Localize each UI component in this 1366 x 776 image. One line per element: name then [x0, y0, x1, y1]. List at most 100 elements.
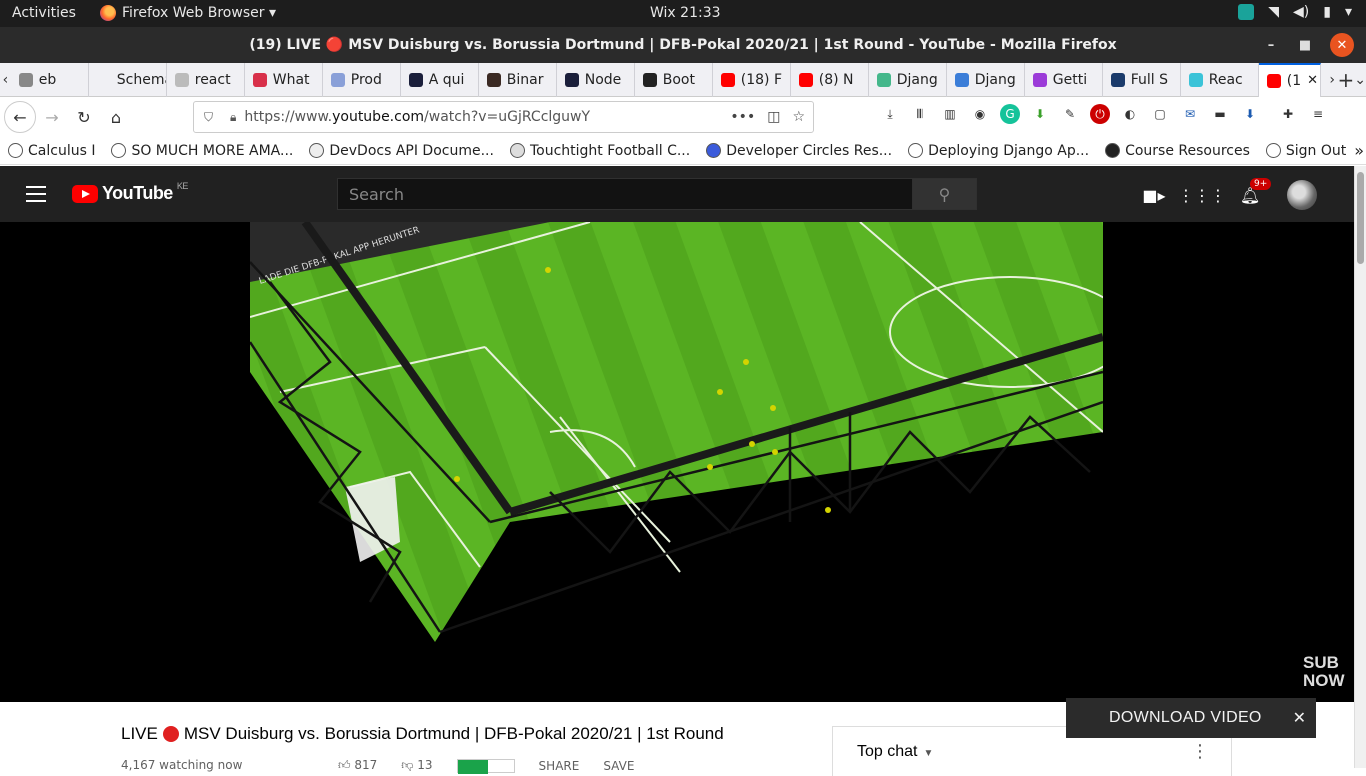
search-button[interactable]: ⚲	[912, 178, 977, 210]
bookmark-item[interactable]: Touchtight Football C...	[502, 143, 698, 159]
notifications-bell-icon[interactable]: 🔔︎ 9+	[1239, 178, 1272, 206]
extensions-icon[interactable]: ✚	[1278, 104, 1298, 124]
home-button[interactable]: ⌂	[100, 101, 132, 133]
bookmark-item[interactable]: DevDocs API Docume...	[301, 143, 502, 159]
dark-mode-icon[interactable]: ◐	[1120, 104, 1140, 124]
tab[interactable]: Binar	[479, 62, 557, 97]
dislike-button[interactable]: 👎︎ 13	[401, 758, 432, 773]
extension-placeholder-icon[interactable]: ▢	[1150, 104, 1170, 124]
tab[interactable]: Node	[557, 62, 635, 97]
download-video-label[interactable]: DOWNLOAD VIDEO	[1109, 709, 1262, 727]
app-indicator-icon[interactable]	[1238, 4, 1255, 20]
system-menu-icon[interactable]: ▾	[1345, 4, 1352, 20]
tab-active[interactable]: (1 ✕	[1258, 62, 1321, 97]
like-button[interactable]: 👍︎ 817	[338, 758, 377, 773]
tab[interactable]: eb	[11, 62, 89, 97]
chat-more-options-icon[interactable]: ⋮	[1191, 741, 1209, 762]
grammarly-icon[interactable]: G	[1000, 104, 1020, 124]
tab[interactable]: (8) N	[791, 62, 869, 97]
tab-strip: ‹ eb Schema react What Prod A qui Binar Node Boo…	[0, 62, 1366, 97]
youtube-logo[interactable]: YouTube KE	[72, 181, 188, 204]
tab-label: react	[194, 71, 231, 88]
download-helper-icon[interactable]: ⬇	[1030, 104, 1050, 124]
pocket-icon[interactable]: ◫	[767, 109, 780, 125]
menu-icon[interactable]: ≡	[1308, 104, 1328, 124]
terminal-extension-icon[interactable]: ▬	[1210, 104, 1230, 124]
tab[interactable]: (18) F	[713, 62, 791, 97]
bookmark-item[interactable]: Sign Out	[1258, 143, 1354, 159]
guide-menu-icon[interactable]	[26, 186, 46, 202]
maximize-button[interactable]: ■	[1296, 38, 1314, 53]
save-button[interactable]: SAVE	[603, 759, 634, 773]
library-icon[interactable]: 𝄃𝄃	[910, 104, 930, 124]
tab[interactable]: react	[167, 62, 245, 97]
forward-button[interactable]: →	[36, 101, 68, 133]
list-all-tabs-button[interactable]: ⌄	[1354, 72, 1366, 88]
firefox-icon	[100, 5, 116, 21]
bookmark-item[interactable]: Calculus I	[0, 143, 103, 159]
tab[interactable]: Full S	[1103, 62, 1181, 97]
chat-mode-selector[interactable]: Top chat ▼	[857, 743, 933, 761]
bookmark-item[interactable]: SO MUCH MORE AMA...	[103, 143, 301, 159]
avatar[interactable]	[1287, 180, 1317, 210]
close-window-button[interactable]: ✕	[1330, 33, 1354, 57]
url-bar[interactable]: ⛉ 🔒︎ https://www.youtube.com/watch?v=uGj…	[193, 101, 814, 133]
wifi-icon[interactable]: ◥	[1268, 4, 1279, 20]
bookmark-item[interactable]: Deploying Django Ap...	[900, 143, 1097, 159]
url-text[interactable]: https://www.youtube.com/watch?v=uGjRCclg…	[244, 109, 590, 125]
downloads-icon[interactable]: ⤓	[880, 104, 900, 124]
new-tab-button[interactable]: +	[1338, 68, 1355, 92]
clock[interactable]: Wix 21:33	[650, 5, 721, 21]
page-scrollbar[interactable]	[1354, 166, 1366, 768]
search-input[interactable]: Search	[337, 178, 913, 210]
reload-button[interactable]: ↻	[68, 101, 100, 133]
lock-icon[interactable]: 🔒︎	[230, 110, 236, 125]
tab[interactable]: Schema	[89, 62, 167, 97]
tab[interactable]: What	[245, 62, 323, 97]
bookmark-item[interactable]: Course Resources	[1097, 143, 1258, 159]
apps-grid-icon[interactable]: ⋮⋮⋮	[1178, 184, 1226, 206]
tab[interactable]: Getti	[1025, 62, 1103, 97]
scroll-tabs-right-button[interactable]: ›	[1327, 72, 1338, 88]
tab[interactable]: A qui	[401, 62, 479, 97]
create-video-icon[interactable]: ■▸	[1142, 184, 1165, 206]
system-tray[interactable]: ◥ ◀) ▮ ▾	[1238, 4, 1352, 20]
subscribe-watermark[interactable]: SUB NOW	[1303, 654, 1345, 690]
close-tab-icon[interactable]: ✕	[1307, 73, 1318, 88]
bookmark-label: Deploying Django Ap...	[928, 142, 1090, 159]
tab[interactable]: Reac	[1181, 62, 1259, 97]
download-video-bar[interactable]: DOWNLOAD VIDEO ✕	[1066, 698, 1316, 738]
page-actions-button[interactable]: •••	[730, 109, 755, 125]
scrollbar-thumb[interactable]	[1357, 172, 1364, 264]
bookmark-label: SO MUCH MORE AMA...	[131, 142, 294, 159]
app-menu[interactable]: Firefox Web Browser ▾	[100, 5, 276, 21]
more-bookmarks-chevron-icon[interactable]: »	[1354, 141, 1364, 160]
share-button[interactable]: SHARE	[539, 759, 580, 773]
pencil-extension-icon[interactable]: ✎	[1060, 104, 1080, 124]
tab[interactable]: Prod	[323, 62, 401, 97]
tab-label: (1	[1286, 72, 1302, 89]
tab[interactable]: Boot	[635, 62, 713, 97]
video-player[interactable]: LADE DIE DFB-POKAL APP HERUNTER SUB NOW	[0, 222, 1354, 702]
bookmark-star-icon[interactable]: ☆	[792, 109, 805, 125]
volume-icon[interactable]: ◀)	[1293, 4, 1309, 20]
tab-favicon-icon	[174, 72, 189, 87]
account-icon[interactable]: ◉	[970, 104, 990, 124]
tab[interactable]: Djang	[947, 62, 1025, 97]
mail-extension-icon[interactable]: ✉	[1180, 104, 1200, 124]
tracking-protection-icon[interactable]: ⛉	[204, 110, 218, 125]
tab-label: (18) F	[740, 71, 782, 88]
bookmark-item[interactable]: Developer Circles Res...	[698, 143, 900, 159]
tab-favicon-icon	[876, 72, 891, 87]
scroll-tabs-left-button[interactable]: ‹	[0, 72, 11, 88]
download-bar-close-icon[interactable]: ✕	[1293, 708, 1306, 728]
ublock-icon[interactable]: ⏻	[1090, 104, 1110, 124]
save-extension-icon[interactable]: ⬇	[1240, 104, 1260, 124]
tab[interactable]: Djang	[869, 62, 947, 97]
activities-button[interactable]: Activities	[12, 5, 76, 21]
sidebar-icon[interactable]: ▥	[940, 104, 960, 124]
battery-icon[interactable]: ▮	[1323, 4, 1331, 20]
minimize-button[interactable]: –	[1262, 38, 1280, 53]
system-top-bar: Activities Firefox Web Browser ▾ Wix 21:…	[0, 0, 1366, 27]
back-button[interactable]: ←	[4, 101, 36, 133]
